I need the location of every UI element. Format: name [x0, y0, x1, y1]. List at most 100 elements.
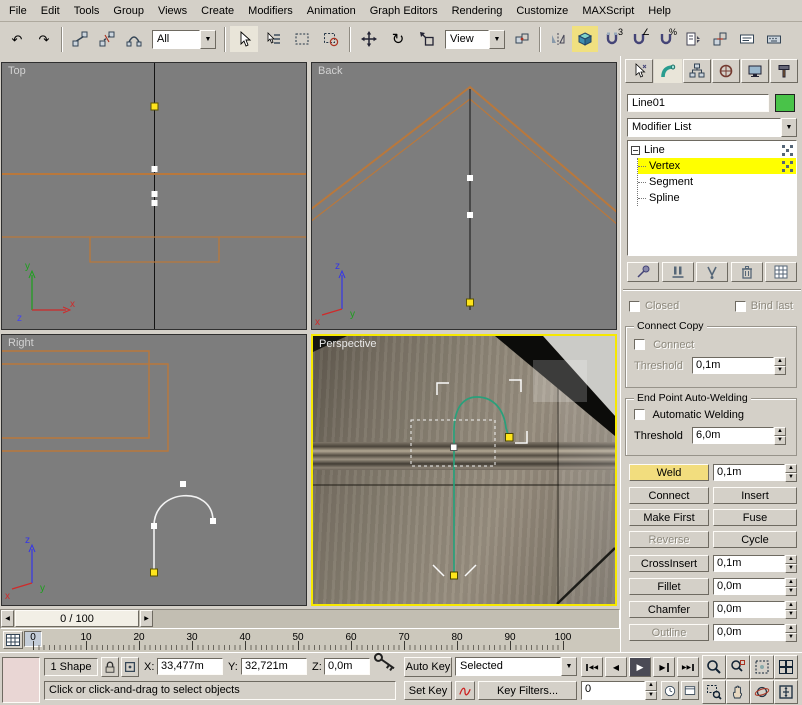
use-pivot-point-button[interactable] — [509, 26, 535, 52]
spin-down-icon[interactable]: ▼ — [774, 366, 786, 375]
menu-item-modifiers[interactable]: Modifiers — [241, 2, 300, 20]
named-selection-sets-button[interactable] — [734, 26, 760, 52]
snaps-toggle-button[interactable] — [572, 26, 598, 52]
play-button[interactable]: ▶ — [629, 657, 651, 677]
threshold-value[interactable]: 0,1m — [692, 357, 774, 374]
crossinsert-value[interactable]: 0,1m — [713, 555, 785, 572]
pin-stack-button[interactable] — [627, 262, 659, 282]
menu-item-tools[interactable]: Tools — [67, 2, 107, 20]
chamfer-value[interactable]: 0,0m — [713, 601, 785, 618]
next-frame-button[interactable]: ▶ — [653, 657, 675, 677]
chamfer-button[interactable]: Chamfer — [629, 601, 709, 618]
spinner[interactable]: ▲▼ — [645, 681, 657, 700]
outline-field[interactable]: 0,0m ▲▼ — [713, 624, 797, 641]
mirror-button[interactable] — [545, 26, 571, 52]
chevron-down-icon[interactable]: ▼ — [781, 118, 797, 137]
percent-snap-button[interactable]: % — [653, 26, 679, 52]
mini-curve-editor-button[interactable] — [2, 657, 40, 703]
time-configuration-button[interactable] — [661, 681, 679, 700]
spin-down-icon[interactable]: ▼ — [774, 436, 786, 445]
spin-down-icon[interactable]: ▼ — [785, 564, 797, 573]
align-button[interactable] — [707, 26, 733, 52]
spin-up-icon[interactable]: ▲ — [785, 624, 797, 633]
stack-item-segment[interactable]: Segment — [638, 174, 796, 190]
viewport-top[interactable]: Top y x z — [1, 62, 307, 330]
chevron-down-icon[interactable]: ▼ — [200, 30, 216, 49]
menu-item-edit[interactable]: Edit — [34, 2, 67, 20]
configure-modifier-sets-button[interactable] — [765, 262, 797, 282]
stack-item-spline[interactable]: Spline — [638, 190, 796, 206]
connect-button[interactable]: Connect — [629, 487, 709, 504]
rectangular-selection-region-button[interactable] — [288, 26, 316, 52]
tab-utilities[interactable] — [770, 59, 798, 83]
tab-hierarchy[interactable] — [683, 59, 711, 83]
outline-button[interactable]: Outline — [629, 624, 709, 641]
spinner[interactable]: ▲▼ — [785, 578, 797, 595]
spin-up-icon[interactable]: ▲ — [785, 601, 797, 610]
keyboard-shortcut-override-button[interactable] — [761, 26, 787, 52]
weld-threshold-field[interactable]: 6,0m ▲▼ — [692, 427, 786, 444]
remove-modifier-button[interactable] — [731, 262, 763, 282]
spinner[interactable]: ▲▼ — [774, 427, 786, 444]
time-slider-right-arrow[interactable]: ▶ — [140, 610, 153, 627]
zoom-extents-all-button[interactable] — [774, 655, 798, 679]
tab-display[interactable] — [741, 59, 769, 83]
undo-button[interactable]: ↶ — [4, 26, 30, 52]
window-crossing-toggle-button[interactable] — [317, 26, 345, 52]
fillet-field[interactable]: 0,0m ▲▼ — [713, 578, 797, 595]
weld-button[interactable]: Weld — [629, 464, 709, 481]
modifier-list-dropdown[interactable]: Modifier List ▼ — [627, 118, 797, 137]
spin-down-icon[interactable]: ▼ — [645, 691, 657, 701]
zoom-region-button[interactable] — [702, 680, 726, 704]
spinner-snap-button[interactable] — [680, 26, 706, 52]
pan-button[interactable] — [726, 680, 750, 704]
viewport-right[interactable]: Right z x y — [1, 334, 307, 606]
connect-checkbox[interactable] — [634, 339, 645, 350]
crossinsert-field[interactable]: 0,1m ▲▼ — [713, 555, 797, 572]
viewport-perspective[interactable]: Perspective — [311, 334, 617, 606]
spin-down-icon[interactable]: ▼ — [785, 473, 797, 482]
weld-value-field[interactable]: 0,1m ▲▼ — [713, 464, 797, 481]
spin-up-icon[interactable]: ▲ — [785, 578, 797, 587]
spin-up-icon[interactable]: ▲ — [774, 357, 786, 366]
spin-down-icon[interactable]: ▼ — [785, 633, 797, 642]
select-and-move-button[interactable] — [355, 26, 383, 52]
spin-down-icon[interactable]: ▼ — [785, 610, 797, 619]
arc-rotate-button[interactable] — [750, 680, 774, 704]
go-to-start-button[interactable]: ◀◀ — [581, 657, 603, 677]
menu-item-customize[interactable]: Customize — [509, 2, 575, 20]
spinner[interactable]: ▲▼ — [785, 555, 797, 572]
menu-item-help[interactable]: Help — [641, 2, 678, 20]
insert-button[interactable]: Insert — [713, 487, 797, 504]
menu-item-maxscript[interactable]: MAXScript — [575, 2, 641, 20]
snap-3d-button[interactable]: 3 — [599, 26, 625, 52]
current-frame-field[interactable]: 0 ▲▼ — [581, 681, 657, 700]
time-slider-left-arrow[interactable]: ◀ — [1, 610, 14, 627]
x-coordinate-field[interactable]: 33,477m — [157, 658, 223, 675]
zoom-button[interactable] — [702, 655, 726, 679]
menu-item-animation[interactable]: Animation — [300, 2, 363, 20]
crossinsert-button[interactable]: CrossInsert — [629, 555, 709, 572]
make-first-button[interactable]: Make First — [629, 509, 709, 526]
menu-item-rendering[interactable]: Rendering — [445, 2, 510, 20]
menu-item-group[interactable]: Group — [106, 2, 151, 20]
spinner[interactable]: ▲▼ — [785, 624, 797, 641]
unlink-button[interactable] — [94, 26, 120, 52]
select-and-scale-button[interactable] — [413, 26, 441, 52]
chevron-down-icon[interactable]: ▼ — [489, 30, 505, 49]
select-object-button[interactable] — [230, 26, 258, 52]
object-color-swatch[interactable] — [775, 94, 795, 112]
time-settings-button[interactable] — [681, 681, 699, 700]
menu-item-file[interactable]: File — [2, 2, 34, 20]
angle-snap-button[interactable]: ∠ — [626, 26, 652, 52]
spinner[interactable]: ▲▼ — [774, 357, 786, 374]
fillet-button[interactable]: Fillet — [629, 578, 709, 595]
trackbar-toggle-button[interactable] — [3, 631, 23, 649]
bind-to-spacewarp-button[interactable] — [121, 26, 147, 52]
select-and-rotate-button[interactable]: ↻ — [384, 26, 412, 52]
collapse-icon[interactable] — [631, 146, 640, 155]
automatic-welding-checkbox[interactable] — [634, 409, 645, 420]
outline-value[interactable]: 0,0m — [713, 624, 785, 641]
make-unique-button[interactable] — [696, 262, 728, 282]
time-slider-handle[interactable]: 0 / 100 — [15, 610, 139, 627]
